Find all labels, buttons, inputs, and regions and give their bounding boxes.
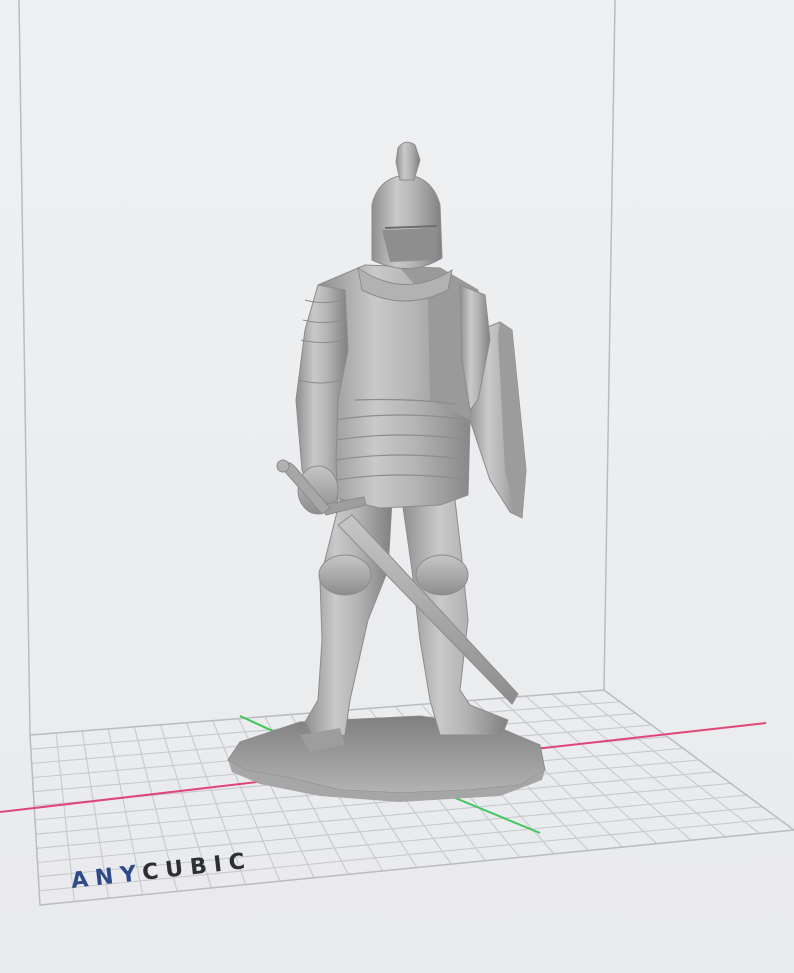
- knight-model[interactable]: [227, 141, 546, 802]
- build-volume-scene[interactable]: ANYCUBIC: [0, 0, 794, 973]
- y-axis-line: [239, 715, 276, 733]
- 3d-viewport[interactable]: ANYCUBIC: [0, 0, 794, 973]
- logo-part-any: ANY: [70, 861, 144, 894]
- logo-part-cubic: CUBIC: [141, 849, 253, 886]
- model-right-leg: [401, 499, 509, 736]
- x-axis-line: [0, 776, 301, 813]
- y-axis-line-front: [447, 794, 541, 834]
- x-axis-line-right: [534, 722, 767, 750]
